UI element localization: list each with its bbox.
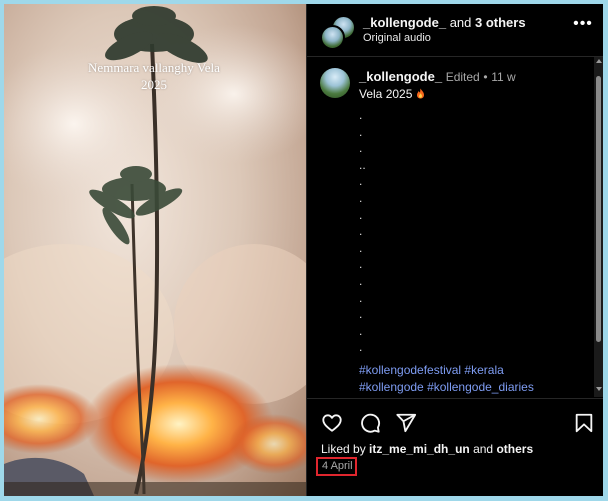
caption-line: . [359,141,363,156]
caption-line: . [359,207,363,222]
like-button[interactable] [321,412,343,434]
comment-button[interactable] [359,412,381,434]
caption-line: . [359,224,363,239]
caption-scroll-area[interactable]: _kollengode_ Edited • 11 w Vela 2025 . .… [307,57,603,397]
hashtag-link[interactable]: #kollengodefestival [359,363,461,377]
more-options-icon[interactable]: ••• [573,16,593,38]
caption-line: . [359,174,363,189]
post-modal: Nemmara vallanghy Vela 2025 _kollengode_… [4,4,603,496]
edited-label: Edited [445,70,480,84]
post-date[interactable]: 4 April [322,460,353,472]
likes-prefix: Liked by [321,442,370,456]
heart-icon [322,414,342,432]
caption-line: . [359,257,363,272]
caption-line: . [359,124,363,139]
avatar [320,25,345,50]
hashtag-link[interactable]: #kollengode_diaries [427,380,534,394]
likes-others-link[interactable]: others [496,442,533,456]
share-icon [396,413,417,433]
caption-username-link[interactable]: _kollengode_ [359,69,442,84]
likes-summary: Liked by itz_me_mi_dh_un and others [321,442,533,456]
post-authors: _kollengode_ and 3 others [363,15,526,30]
hashtag-link[interactable]: #kerala [464,363,503,377]
caption-main-text: Vela 2025 [359,87,413,101]
avatar[interactable] [320,68,350,98]
coauthors-link[interactable]: 3 others [475,15,526,30]
save-button[interactable] [573,412,595,434]
caption-line: . [359,290,363,305]
scroll-up-arrow-icon[interactable] [596,59,602,63]
post-header: _kollengode_ and 3 others Original audio… [307,4,603,56]
caption-hashtags: #kollengodefestival #kerala #kollengode … [359,362,559,396]
comment-icon [361,413,381,433]
post-age[interactable]: 11 w [491,70,515,84]
hashtag-link[interactable]: #kollengode [359,380,424,394]
fire-emoji-icon [416,88,424,99]
authors-connector: and [446,15,475,30]
original-audio-link[interactable]: Original audio [363,32,431,44]
caption-text: Vela 2025 [359,87,425,101]
share-button[interactable] [395,412,417,434]
caption-dot-lines: . . . .. . . . . . . . . . . . [359,107,379,356]
bookmark-icon [575,413,593,433]
post-details-panel: _kollengode_ and 3 others Original audio… [307,4,603,496]
liker-username-link[interactable]: itz_me_mi_dh_un [369,442,470,456]
caption-line: . [359,273,363,288]
caption-line: . [359,323,363,338]
caption-line: . [359,240,363,255]
caption-header: _kollengode_ Edited • 11 w [359,69,516,84]
overlay-year-line: 2025 [141,77,167,92]
caption-line: . [359,108,363,122]
video-overlay-title: Nemmara vallanghy Vela 2025 [44,59,264,93]
caption-line: . [359,340,363,355]
caption-line: .. [359,157,366,172]
author-username-link[interactable]: _kollengode_ [363,15,446,30]
coauthor-avatars[interactable] [320,15,356,50]
meta-separator: • [483,70,488,84]
actions-divider [307,398,603,399]
post-video[interactable]: Nemmara vallanghy Vela 2025 [4,4,306,496]
scrollbar-thumb[interactable] [596,76,601,342]
likes-middle: and [469,442,497,456]
caption-line: . [359,307,363,322]
overlay-title-line: Nemmara vallanghy Vela [88,60,220,75]
scroll-down-arrow-icon[interactable] [596,387,602,391]
caption-line: . [359,190,363,205]
